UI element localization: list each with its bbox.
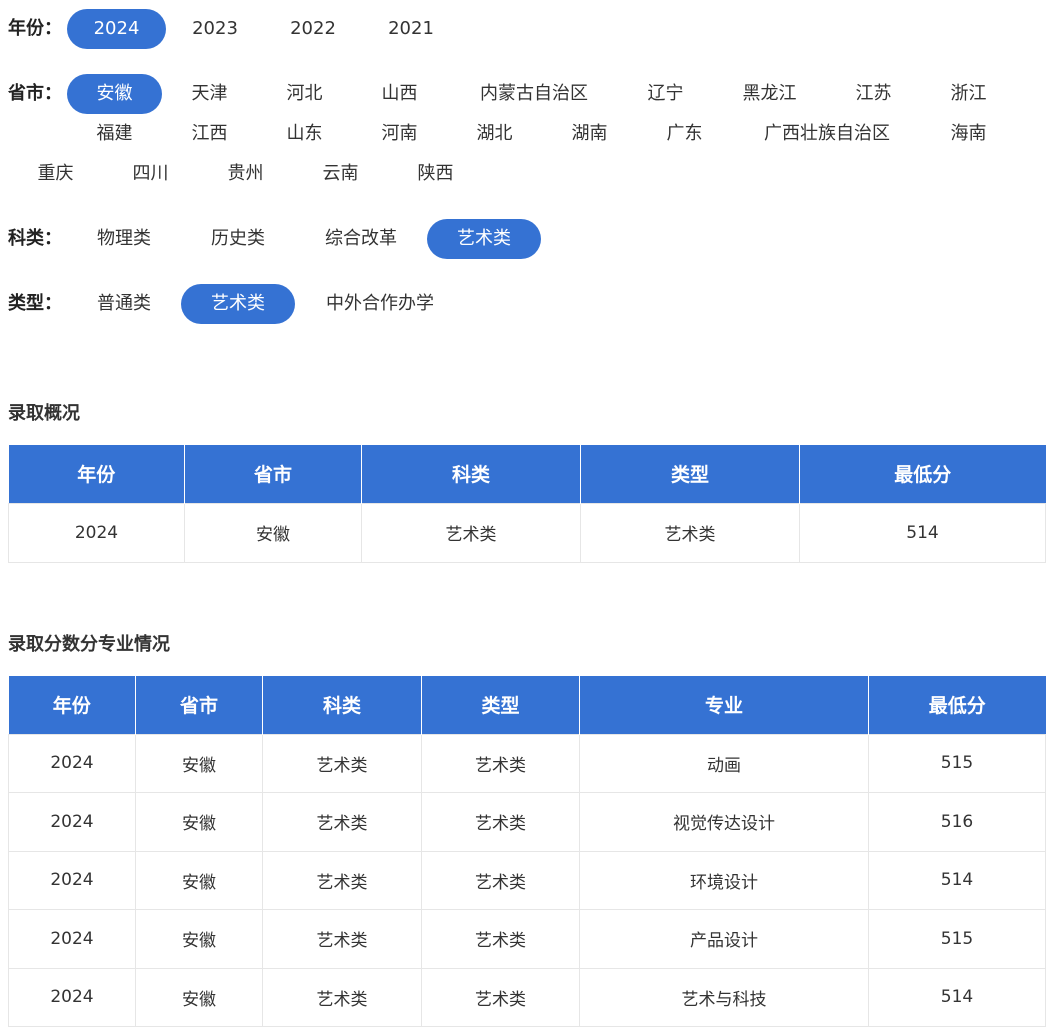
majors-header-min-score: 最低分 [868, 676, 1046, 734]
overview-header-province: 省市 [184, 445, 362, 503]
cell-min-score: 514 [868, 850, 1046, 910]
province-option-henan[interactable]: 河南 [352, 114, 447, 154]
subject-option-art[interactable]: 艺术类 [427, 219, 541, 259]
overview-header-year: 年份 [8, 445, 185, 503]
cell-province: 安徽 [135, 850, 263, 910]
year-option-2023[interactable]: 2023 [166, 9, 264, 49]
table-row: 2024 安徽 艺术类 艺术类 动画 515 [8, 733, 1046, 793]
cell-type: 艺术类 [421, 909, 580, 969]
majors-header-province: 省市 [135, 676, 263, 734]
majors-title: 录取分数分专业情况 [8, 634, 170, 655]
overview-cell-year: 2024 [8, 502, 185, 563]
majors-table: 年份 省市 科类 类型 专业 最低分 2024 安徽 艺术类 艺术类 动画 51… [8, 676, 1046, 1027]
cell-type: 艺术类 [421, 733, 580, 793]
year-option-2022[interactable]: 2022 [264, 9, 362, 49]
overview-header-row: 年份 省市 科类 类型 最低分 [8, 445, 1046, 503]
cell-type: 艺术类 [421, 850, 580, 910]
province-option-liaoning[interactable]: 辽宁 [618, 74, 713, 114]
cell-min-score: 516 [868, 792, 1046, 852]
majors-header-major: 专业 [579, 676, 869, 734]
subject-option-comprehensive[interactable]: 综合改革 [305, 219, 417, 259]
province-option-hebei[interactable]: 河北 [257, 74, 352, 114]
province-option-neimenggu[interactable]: 内蒙古自治区 [459, 74, 609, 114]
province-option-guizhou[interactable]: 贵州 [198, 154, 293, 194]
cell-major: 产品设计 [579, 909, 869, 969]
cell-major: 动画 [579, 733, 869, 793]
overview-title: 录取概况 [8, 403, 80, 424]
province-option-yunnan[interactable]: 云南 [293, 154, 388, 194]
province-option-hainan[interactable]: 海南 [921, 114, 1016, 154]
cell-type: 艺术类 [421, 792, 580, 852]
majors-header-row: 年份 省市 科类 类型 专业 最低分 [8, 676, 1046, 734]
province-option-jiangsu[interactable]: 江苏 [826, 74, 921, 114]
majors-header-subject: 科类 [262, 676, 422, 734]
province-option-shaanxi[interactable]: 陕西 [388, 154, 483, 194]
province-option-guangxi[interactable]: 广西壮族自治区 [743, 114, 911, 154]
type-option-sino-foreign[interactable]: 中外合作办学 [305, 284, 455, 324]
cell-year: 2024 [8, 733, 136, 793]
cell-year: 2024 [8, 850, 136, 910]
subject-option-physics[interactable]: 物理类 [67, 219, 181, 259]
province-option-zhejiang[interactable]: 浙江 [921, 74, 1016, 114]
province-option-tianjin[interactable]: 天津 [162, 74, 257, 114]
table-row: 2024 安徽 艺术类 艺术类 视觉传达设计 516 [8, 792, 1046, 852]
province-option-shanxi[interactable]: 山西 [352, 74, 447, 114]
table-row: 2024 安徽 艺术类 艺术类 环境设计 514 [8, 850, 1046, 910]
province-option-fujian[interactable]: 福建 [67, 114, 162, 154]
overview-header-type: 类型 [580, 445, 800, 503]
cell-min-score: 515 [868, 733, 1046, 793]
cell-subject: 艺术类 [262, 909, 422, 969]
cell-province: 安徽 [135, 792, 263, 852]
type-option-art[interactable]: 艺术类 [181, 284, 295, 324]
overview-header-subject: 科类 [361, 445, 581, 503]
overview-cell-min-score: 514 [799, 502, 1046, 563]
type-option-regular[interactable]: 普通类 [67, 284, 181, 324]
cell-province: 安徽 [135, 909, 263, 969]
province-filter-label: 省市： [8, 83, 62, 104]
cell-major: 艺术与科技 [579, 967, 869, 1027]
table-row: 2024 安徽 艺术类 艺术类 514 [8, 502, 1046, 563]
overview-cell-type: 艺术类 [580, 502, 800, 563]
year-option-2024[interactable]: 2024 [67, 9, 166, 49]
cell-year: 2024 [8, 792, 136, 852]
majors-header-type: 类型 [421, 676, 580, 734]
cell-min-score: 515 [868, 909, 1046, 969]
table-row: 2024 安徽 艺术类 艺术类 产品设计 515 [8, 909, 1046, 969]
province-option-guangdong[interactable]: 广东 [637, 114, 732, 154]
province-option-jiangxi[interactable]: 江西 [162, 114, 257, 154]
subject-filter-label: 科类： [8, 228, 62, 249]
cell-province: 安徽 [135, 733, 263, 793]
province-option-anhui[interactable]: 安徽 [67, 74, 162, 114]
year-option-2021[interactable]: 2021 [362, 9, 460, 49]
cell-subject: 艺术类 [262, 792, 422, 852]
cell-province: 安徽 [135, 967, 263, 1027]
majors-header-year: 年份 [8, 676, 136, 734]
overview-cell-subject: 艺术类 [361, 502, 581, 563]
overview-header-min-score: 最低分 [799, 445, 1046, 503]
year-filter-label: 年份： [8, 18, 62, 39]
cell-min-score: 514 [868, 967, 1046, 1027]
table-row: 2024 安徽 艺术类 艺术类 艺术与科技 514 [8, 967, 1046, 1027]
type-filter-label: 类型： [8, 293, 62, 314]
cell-major: 环境设计 [579, 850, 869, 910]
cell-major: 视觉传达设计 [579, 792, 869, 852]
province-option-hunan[interactable]: 湖南 [542, 114, 637, 154]
province-option-heilongjiang[interactable]: 黑龙江 [722, 74, 817, 114]
province-option-sichuan[interactable]: 四川 [103, 154, 198, 194]
cell-subject: 艺术类 [262, 850, 422, 910]
province-option-hubei[interactable]: 湖北 [447, 114, 542, 154]
cell-year: 2024 [8, 967, 136, 1027]
province-option-shandong[interactable]: 山东 [257, 114, 352, 154]
overview-cell-province: 安徽 [184, 502, 362, 563]
province-option-chongqing[interactable]: 重庆 [8, 154, 103, 194]
overview-table: 年份 省市 科类 类型 最低分 2024 安徽 艺术类 艺术类 514 [8, 445, 1046, 563]
cell-type: 艺术类 [421, 967, 580, 1027]
cell-year: 2024 [8, 909, 136, 969]
cell-subject: 艺术类 [262, 733, 422, 793]
cell-subject: 艺术类 [262, 967, 422, 1027]
subject-option-history[interactable]: 历史类 [181, 219, 295, 259]
